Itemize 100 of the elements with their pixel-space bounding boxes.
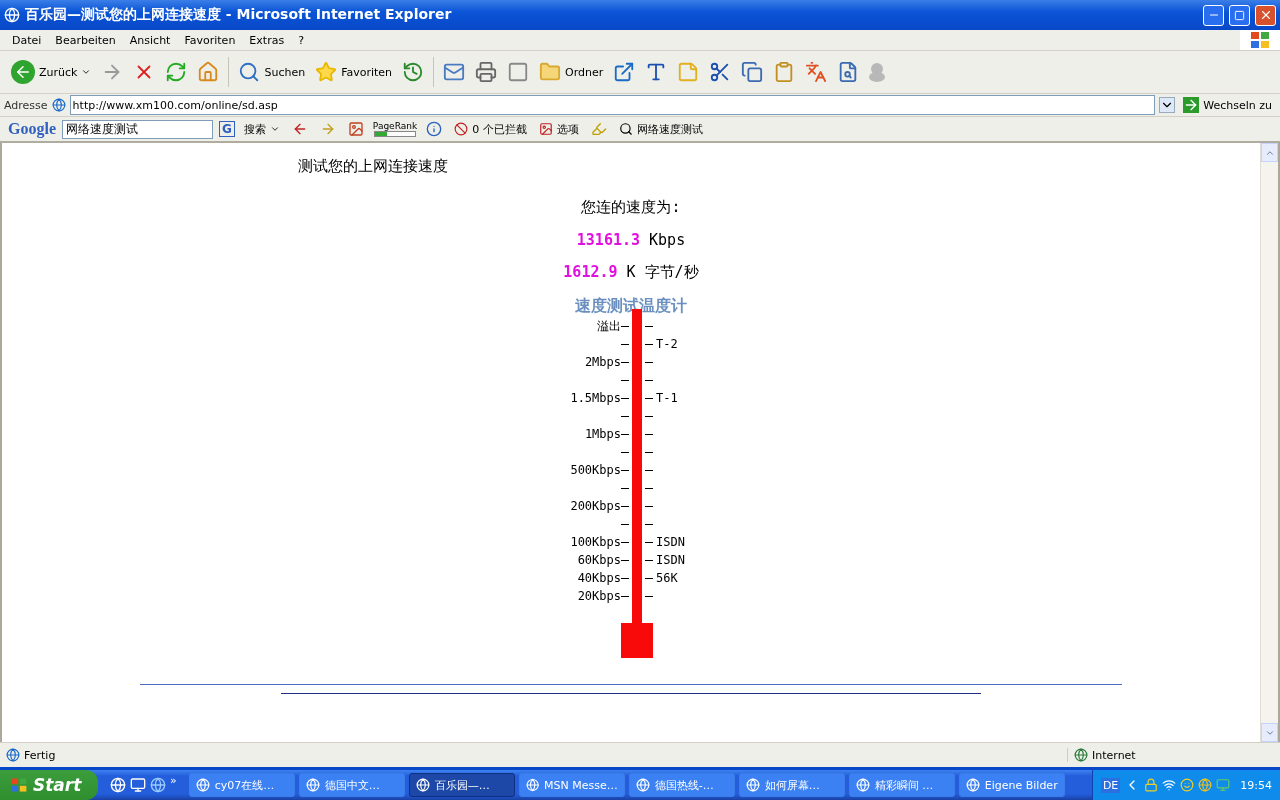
scale-label: 溢出 (596, 318, 621, 335)
speed-bytes: 1612.9 K 字节/秒 (563, 263, 699, 282)
windows-flag-icon (10, 777, 28, 793)
taskbar-item[interactable]: 德国中文… (298, 773, 405, 797)
menu-item[interactable]: Favoriten (177, 33, 243, 47)
clock: 19:54 (1240, 778, 1272, 792)
zone-label: Internet (1092, 748, 1136, 762)
menu-item[interactable]: Datei (5, 33, 49, 47)
scale-label: 60Kbps (576, 552, 621, 569)
page-icon (4, 7, 20, 23)
close-button[interactable] (1255, 4, 1276, 26)
smiley-icon (1180, 778, 1195, 792)
star-icon (315, 61, 338, 83)
go-button[interactable]: Wechseln zu (1179, 97, 1276, 113)
network-icon (1162, 778, 1177, 792)
page-icon (6, 748, 20, 762)
window-icon[interactable] (507, 61, 530, 83)
google-search-button[interactable]: 搜索 (240, 119, 283, 139)
minimize-button[interactable] (1203, 4, 1224, 26)
taskbar-item[interactable]: 百乐园—… (408, 773, 515, 797)
copy-icon[interactable] (741, 61, 764, 83)
language-indicator[interactable]: DE (1100, 777, 1121, 793)
google-logo[interactable]: Google (8, 120, 56, 138)
globe-icon (1074, 748, 1088, 762)
folder-icon (539, 61, 562, 83)
scale-label: 2Mbps (583, 354, 621, 371)
menu-item[interactable]: ? (291, 33, 311, 47)
taskbar-item[interactable]: cy07在线… (188, 773, 295, 797)
app-icon (525, 778, 540, 792)
options-button[interactable]: 选项 (535, 119, 582, 139)
folders-button[interactable]: Ordner (536, 59, 607, 85)
taskbar-item[interactable]: 如何屏幕… (738, 773, 845, 797)
status-text: Fertig (24, 748, 57, 762)
scale-label: 20Kbps (576, 588, 621, 605)
maximize-button[interactable] (1229, 4, 1250, 26)
refresh-icon[interactable] (165, 61, 188, 83)
google-search-field[interactable]: 网络速度测试 (62, 119, 213, 139)
search-engine-button[interactable]: G (219, 121, 235, 137)
print-icon[interactable] (475, 61, 498, 83)
news-icon[interactable] (347, 121, 364, 137)
app-icon (855, 778, 870, 792)
menu-item[interactable]: Bearbeiten (48, 33, 123, 47)
address-field[interactable]: http://www.xm100.com/online/sd.asp (69, 95, 1156, 115)
speed-kbps: 13161.3 Kbps (576, 231, 686, 249)
scale-label: 1.5Mbps (569, 390, 621, 407)
quick-launch-icon (110, 777, 126, 793)
taskbar-item[interactable]: 精彩瞬间 … (848, 773, 955, 797)
caret-icon (81, 67, 92, 77)
taskbar-item[interactable]: Eigene Bilder (958, 773, 1065, 797)
address-label: Adresse (4, 98, 48, 112)
scale-label: T-2 (655, 336, 679, 353)
app-icon (195, 778, 210, 792)
info-icon[interactable] (426, 121, 443, 137)
popup-blocker-button[interactable]: 0 个已拦截 (451, 119, 530, 139)
app-icon (745, 778, 760, 792)
lan-icon (1216, 778, 1231, 792)
home-icon[interactable] (197, 61, 220, 83)
app-icon (635, 778, 650, 792)
favorites-button[interactable]: Favoriten (312, 59, 396, 85)
dropdown-icon[interactable] (1159, 97, 1176, 113)
speed-intro: 您连的速度为: (581, 198, 681, 217)
scale-label: 40Kbps (576, 570, 621, 587)
caret-icon (269, 124, 280, 134)
app-icon (415, 778, 430, 792)
windows-flag-icon (1240, 30, 1280, 50)
search-button[interactable]: Suchen (235, 59, 309, 85)
page-icon (51, 98, 66, 112)
blocked-icon (454, 122, 469, 136)
more-button[interactable]: » (170, 773, 177, 787)
globe-icon (1198, 778, 1213, 792)
share-icon[interactable] (613, 61, 636, 83)
scale-label: 56K (655, 570, 679, 587)
scale-label: 500Kbps (569, 462, 621, 479)
scale-label: 1Mbps (583, 426, 621, 443)
search-icon (238, 61, 261, 83)
scale-label: ISDN (655, 534, 686, 551)
taskbar-item[interactable]: 德国热线-… (628, 773, 735, 797)
history-icon[interactable] (402, 61, 425, 83)
start-button[interactable]: Start (0, 770, 98, 800)
back-button[interactable]: Zurück (8, 58, 95, 86)
taskbar-item[interactable]: MSN Messe… (518, 773, 625, 797)
quick-launch-icon (150, 777, 166, 793)
menu-item[interactable]: Extras (242, 33, 292, 47)
mail-icon[interactable] (443, 61, 466, 83)
search-icon (618, 122, 633, 136)
scale-label: 200Kbps (569, 498, 621, 515)
back-icon (11, 60, 35, 84)
maximize-icon (1234, 9, 1245, 21)
window-title: 百乐园—测试您的上网连接速度 - Microsoft Internet Explorer (25, 6, 453, 24)
lock-icon (1144, 778, 1159, 792)
highlighter-icon[interactable] (590, 121, 607, 137)
scale-label: T-1 (655, 390, 679, 407)
app-icon (305, 778, 320, 792)
options-icon (538, 122, 553, 136)
scale-label: ISDN (655, 552, 686, 569)
page-heading: 测试您的上网连接速度 (298, 157, 448, 176)
quick-launch-icon (130, 777, 146, 793)
translate-icon[interactable] (805, 61, 828, 83)
menu-item[interactable]: Ansicht (122, 33, 178, 47)
highlight-button[interactable]: 网络速度测试 (615, 119, 706, 139)
